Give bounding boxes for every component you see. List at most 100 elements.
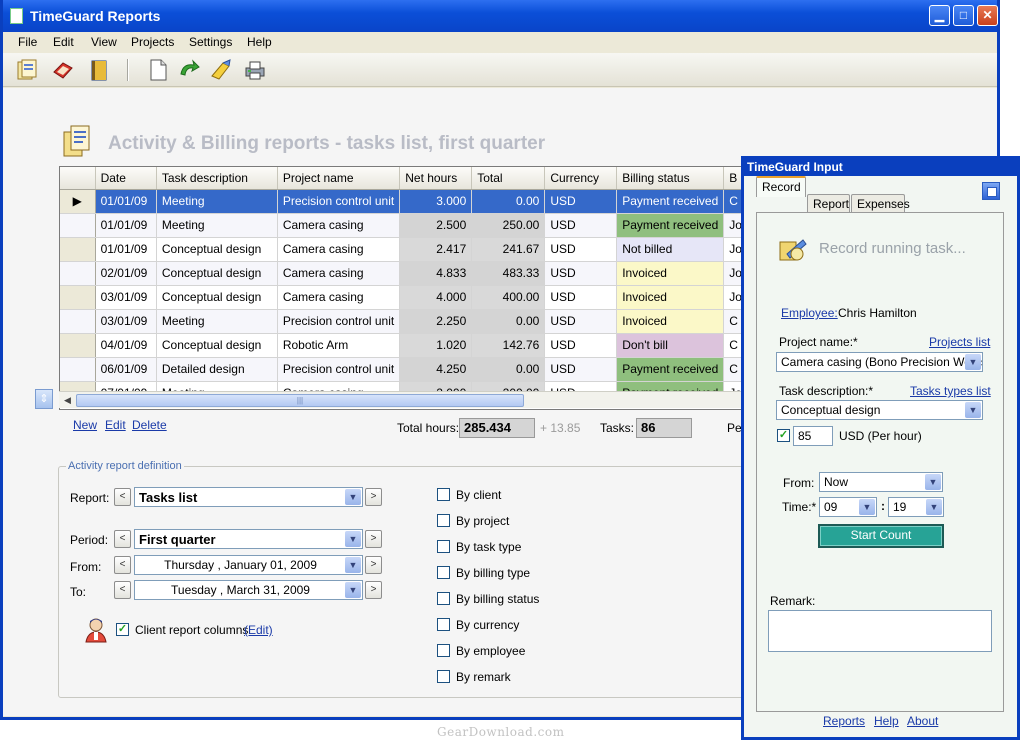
grouping-checkbox[interactable] (437, 488, 450, 501)
period-prev-button[interactable]: < (114, 530, 131, 548)
table-row[interactable]: 06/01/09 Detailed design Precision control… (60, 357, 748, 382)
cell-currency[interactable]: USD (544, 237, 618, 262)
cell-project[interactable]: Camera casing (277, 261, 401, 286)
row-selector[interactable] (60, 309, 96, 334)
menu-help[interactable]: Help (247, 35, 272, 49)
scroll-left-icon[interactable]: ◀ (61, 394, 74, 407)
grid-expand-icon[interactable]: ⇕ (35, 389, 53, 409)
cell-date[interactable]: 04/01/09 (95, 333, 157, 358)
cell-task[interactable]: Meeting (156, 213, 278, 238)
report-select[interactable]: Tasks list ▼ (134, 487, 363, 507)
delete-link[interactable]: Delete (132, 418, 167, 432)
cell-task[interactable]: Detailed design (156, 357, 278, 382)
report-prev-button[interactable]: < (114, 488, 131, 506)
close-button[interactable]: ✕ (977, 5, 998, 26)
row-selector[interactable] (60, 237, 96, 262)
billing-book-icon[interactable] (51, 58, 75, 82)
period-select[interactable]: First quarter ▼ (134, 529, 363, 549)
menu-file[interactable]: File (18, 35, 37, 49)
cell-date[interactable]: 06/01/09 (95, 357, 157, 382)
cell-total[interactable]: 0.00 (471, 309, 546, 334)
cell-billing-status[interactable]: Don't bill (616, 333, 725, 358)
cell-date[interactable]: 01/01/09 (95, 213, 157, 238)
row-selector[interactable] (60, 213, 96, 238)
col-currency-header[interactable]: Currency (544, 167, 618, 190)
cell-task[interactable]: Conceptual design (156, 237, 278, 262)
new-link[interactable]: New (73, 418, 97, 432)
cell-hours[interactable]: 2.500 (399, 213, 473, 238)
chevron-down-icon[interactable]: ▼ (965, 354, 981, 370)
chevron-down-icon[interactable]: ▼ (345, 531, 361, 547)
about-link[interactable]: About (907, 714, 938, 728)
cell-project[interactable]: Precision control unit (277, 357, 401, 382)
client-columns-checkbox[interactable]: ✓ (116, 623, 129, 636)
table-row[interactable]: 04/01/09 Conceptual design Robotic Arm 1.02… (60, 333, 748, 358)
rate-input[interactable]: 85 (793, 426, 833, 446)
grouping-checkbox[interactable] (437, 618, 450, 631)
table-row[interactable]: 01/01/09 Meeting Camera casing 2.500 250.00 U… (60, 213, 748, 238)
client-columns-edit-link[interactable]: (Edit) (244, 623, 273, 637)
maximize-button[interactable]: □ (953, 5, 974, 26)
cell-billing-status[interactable]: Invoiced (616, 309, 725, 334)
cell-date[interactable]: 03/01/09 (95, 285, 157, 310)
cell-hours[interactable]: 4.833 (399, 261, 473, 286)
menu-settings[interactable]: Settings (189, 35, 232, 49)
minimize-button[interactable]: ▁ (929, 5, 950, 26)
col-task-header[interactable]: Task description (156, 167, 278, 190)
cell-project[interactable]: Camera casing (277, 213, 401, 238)
cell-currency[interactable]: USD (544, 357, 618, 382)
chevron-down-icon[interactable]: ▼ (926, 499, 942, 515)
tab-record[interactable]: Record (756, 176, 806, 197)
task-description-select[interactable]: Conceptual design ▼ (776, 400, 983, 420)
grid-horizontal-scrollbar[interactable]: ◀ ||| (59, 391, 749, 408)
cell-hours[interactable]: 1.020 (399, 333, 473, 358)
chevron-down-icon[interactable]: ▼ (345, 557, 361, 573)
row-selector[interactable] (60, 261, 96, 286)
cell-currency[interactable]: USD (544, 261, 618, 286)
reports-link[interactable]: Reports (823, 714, 865, 728)
cell-project[interactable]: Precision control unit (277, 309, 401, 334)
from-date-picker[interactable]: Thursday , January 01, 2009 ▼ (134, 555, 363, 575)
new-document-icon[interactable] (146, 58, 170, 82)
menu-view[interactable]: View (91, 35, 117, 49)
tab-report[interactable]: Report (807, 194, 850, 212)
address-book-icon[interactable] (87, 58, 111, 82)
cell-total[interactable]: 0.00 (471, 189, 546, 214)
grouping-checkbox[interactable] (437, 592, 450, 605)
menu-projects[interactable]: Projects (131, 35, 174, 49)
minute-select[interactable]: 19 ▼ (888, 497, 944, 517)
print-icon[interactable] (243, 58, 267, 82)
grouping-checkbox[interactable] (437, 540, 450, 553)
cell-project[interactable]: Camera casing (277, 237, 401, 262)
col-total-header[interactable]: Total (471, 167, 546, 190)
cell-currency[interactable]: USD (544, 309, 618, 334)
export-icon[interactable] (209, 58, 233, 82)
chevron-down-icon[interactable]: ▼ (345, 489, 361, 505)
chevron-down-icon[interactable]: ▼ (345, 582, 361, 598)
cell-date[interactable]: 01/01/09 (95, 237, 157, 262)
cell-billing-status[interactable]: Payment received (616, 213, 725, 238)
cell-task[interactable]: Conceptual design (156, 261, 278, 286)
grouping-checkbox[interactable] (437, 644, 450, 657)
help-link[interactable]: Help (874, 714, 899, 728)
cell-currency[interactable]: USD (544, 213, 618, 238)
chevron-down-icon[interactable]: ▼ (925, 474, 941, 490)
cell-currency[interactable]: USD (544, 285, 618, 310)
from-prev-button[interactable]: < (114, 556, 131, 574)
cell-billing-status[interactable]: Payment received (616, 189, 725, 214)
row-selector[interactable] (60, 333, 96, 358)
col-billing-header[interactable]: Billing status (616, 167, 725, 190)
scroll-thumb[interactable]: ||| (76, 394, 524, 407)
grouping-checkbox[interactable] (437, 566, 450, 579)
cell-date[interactable]: 01/01/09 (95, 189, 157, 214)
refresh-icon[interactable] (177, 58, 201, 82)
cell-total[interactable]: 400.00 (471, 285, 546, 310)
to-next-button[interactable]: > (365, 581, 382, 599)
cell-task[interactable]: Conceptual design (156, 333, 278, 358)
cell-task[interactable]: Meeting (156, 189, 278, 214)
to-prev-button[interactable]: < (114, 581, 131, 599)
cell-task[interactable]: Meeting (156, 309, 278, 334)
input-minimize-button[interactable] (982, 182, 1000, 200)
tab-expenses[interactable]: Expenses (851, 194, 910, 212)
cell-project[interactable]: Precision control unit (277, 189, 401, 214)
